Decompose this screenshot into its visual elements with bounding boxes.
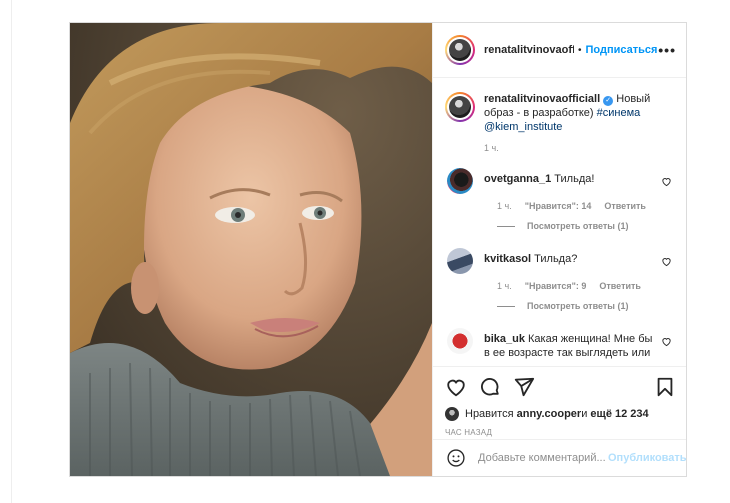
post-photo[interactable] (70, 23, 432, 476)
action-icons (433, 367, 686, 407)
avatar-image (449, 39, 471, 61)
comment-username-link[interactable]: bika_uk (484, 333, 525, 345)
mention-link[interactable]: @kiem_institute (484, 121, 562, 133)
reply-button[interactable]: Ответить (604, 201, 646, 211)
comment-text: kvitkasol Тильда? (484, 248, 659, 266)
like-comment-heart-icon[interactable] (661, 336, 672, 347)
comments-list[interactable]: renatalitvinovaofficiall ✓ Новый образ -… (433, 79, 686, 359)
author-avatar[interactable] (445, 35, 475, 65)
comment-item: kvitkasol Тильда? 1 ч. "Нравится": 9 Отв… (433, 248, 686, 311)
follow-button[interactable]: Подписаться (586, 44, 658, 56)
comment-username-link[interactable]: ovetganna_1 (484, 173, 551, 185)
comment-item: ovetganna_1 Тильда! 1 ч. "Нравится": 14 … (433, 168, 686, 231)
comment-text: bika_uk Какая женщина! Мне бы в ее возра… (484, 328, 659, 359)
likes-prefix: Нравится (465, 408, 514, 420)
comment-body: Тильда! (551, 173, 595, 185)
comment-meta: 1 ч. "Нравится": 9 Ответить (497, 281, 676, 291)
comment-bubble-icon[interactable] (479, 376, 501, 398)
comment-meta: 1 ч. "Нравится": 14 Ответить (497, 201, 676, 211)
portrait-image (70, 23, 432, 476)
comment-username-link[interactable]: kvitkasol (484, 253, 531, 265)
like-comment-heart-icon[interactable] (661, 176, 672, 187)
view-replies-button[interactable]: Посмотреть ответы (1) (497, 301, 676, 311)
view-replies-button[interactable]: Посмотреть ответы (1) (497, 221, 676, 231)
verified-badge-icon: ✓ (603, 96, 614, 106)
add-comment-bar: Опубликовать (433, 439, 687, 476)
comment-likes-count[interactable]: "Нравится": 14 (525, 201, 592, 211)
liker-username-link[interactable]: anny.cooper (517, 408, 582, 420)
post-side-panel: renatalitvinovaofficiall • Подписаться •… (432, 23, 687, 476)
likes-and: и (581, 408, 588, 420)
likes-count-link[interactable]: ещё 12 234 (590, 408, 648, 420)
comment-text: ovetganna_1 Тильда! (484, 168, 659, 186)
caption-username-link[interactable]: renatalitvinovaofficiall (484, 93, 600, 105)
post-header: renatalitvinovaofficiall • Подписаться •… (433, 23, 686, 78)
like-comment-heart-icon[interactable] (661, 256, 672, 267)
author-username-link[interactable]: renatalitvinovaofficiall (484, 44, 574, 56)
left-edge (0, 0, 12, 503)
hashtag-link[interactable]: #синема (597, 107, 641, 119)
comment-input[interactable] (478, 452, 608, 464)
likes-summary: Нравится anny.cooper и ещё 12 234 (433, 407, 686, 421)
commenter-avatar[interactable] (447, 168, 473, 194)
post-time-ago[interactable]: ЧАС НАЗАД (433, 421, 686, 437)
caption-timestamp[interactable]: 1 ч. (484, 143, 686, 153)
commenter-avatar[interactable] (447, 328, 473, 354)
comment-body: Тильда? (531, 253, 578, 265)
caption-avatar[interactable] (445, 92, 475, 122)
commenter-avatar[interactable] (447, 248, 473, 274)
bookmark-save-icon[interactable] (654, 376, 676, 398)
comment-likes-count[interactable]: "Нравится": 9 (525, 281, 587, 291)
caption-text: renatalitvinovaofficiall ✓ Новый образ -… (484, 92, 659, 134)
publish-button[interactable]: Опубликовать (608, 452, 687, 464)
avatar-image (449, 96, 471, 118)
share-send-icon[interactable] (513, 376, 535, 398)
comment-item: bika_uk Какая женщина! Мне бы в ее возра… (433, 328, 686, 359)
post-card: renatalitvinovaofficiall • Подписаться •… (69, 22, 687, 477)
reply-button[interactable]: Ответить (599, 281, 641, 291)
comment-time[interactable]: 1 ч. (497, 201, 512, 211)
liker-avatar[interactable] (445, 407, 459, 421)
emoji-icon[interactable] (446, 448, 466, 468)
caption: renatalitvinovaofficiall ✓ Новый образ -… (433, 79, 686, 134)
separator-dot: • (578, 44, 582, 56)
more-options-icon[interactable]: ••• (658, 42, 676, 58)
comment-time[interactable]: 1 ч. (497, 281, 512, 291)
like-heart-icon[interactable] (445, 376, 467, 398)
